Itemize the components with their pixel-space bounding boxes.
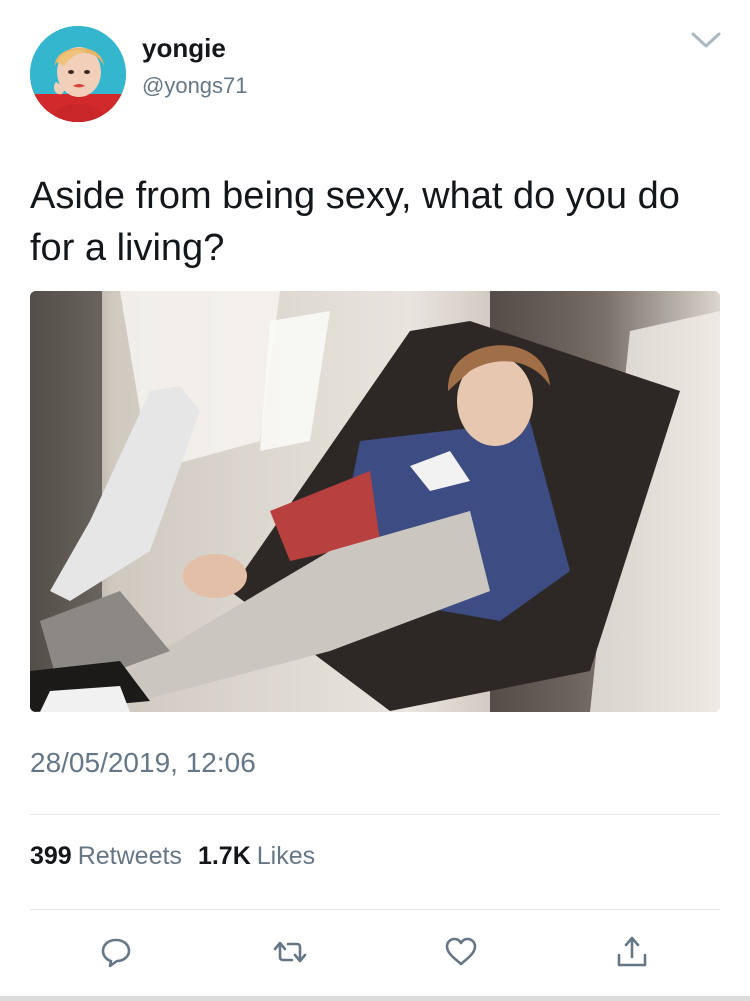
- likes-label[interactable]: Likes: [257, 838, 315, 874]
- share-icon: [617, 936, 647, 967]
- avatar-photo: [30, 26, 126, 122]
- retweets-label[interactable]: Retweets: [78, 838, 182, 874]
- author-display-name[interactable]: yongie: [142, 33, 226, 63]
- bottom-edge: [0, 996, 750, 1001]
- tweet-actions: [30, 930, 720, 974]
- reply-icon: [101, 938, 131, 968]
- tweet-photo[interactable]: [30, 291, 720, 712]
- divider: [30, 814, 720, 815]
- author-handle[interactable]: @yongs71: [142, 72, 248, 100]
- reply-button[interactable]: [94, 930, 138, 974]
- like-icon: [445, 937, 477, 966]
- retweet-icon: [273, 941, 307, 963]
- tweet-stats: 399 Retweets 1.7K Likes: [30, 838, 331, 874]
- share-button[interactable]: [610, 930, 654, 974]
- divider: [30, 909, 720, 910]
- chevron-down-icon[interactable]: [688, 28, 724, 52]
- author-avatar[interactable]: [30, 26, 126, 122]
- like-button[interactable]: [439, 930, 483, 974]
- likes-count[interactable]: 1.7K: [198, 838, 251, 874]
- retweets-count[interactable]: 399: [30, 838, 72, 874]
- retweet-button[interactable]: [268, 930, 312, 974]
- tweet-timestamp[interactable]: 28/05/2019, 12:06: [30, 743, 256, 783]
- tweet-text: Aside from being sexy, what do you do fo…: [30, 175, 680, 269]
